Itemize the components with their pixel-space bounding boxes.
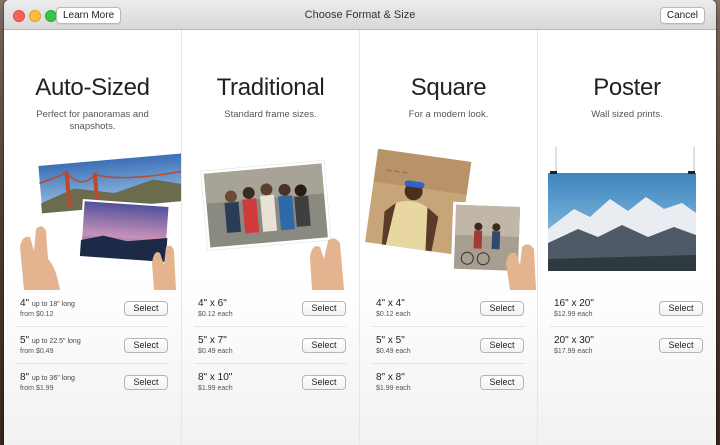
size-option-row: 8" x 10" $1.99 each Select bbox=[194, 364, 347, 401]
format-column-auto-sized: Auto-Sized Perfect for panoramas and sna… bbox=[4, 30, 182, 445]
price-label: $1.99 each bbox=[198, 385, 233, 392]
size-label: 5" up to 22.5" long bbox=[20, 335, 81, 346]
select-button[interactable]: Select bbox=[302, 338, 346, 353]
poster-illustration bbox=[538, 147, 716, 290]
select-button[interactable]: Select bbox=[124, 338, 168, 353]
select-button[interactable]: Select bbox=[480, 338, 524, 353]
size-options: 4" x 4" $0.12 each Select 5" x 5" $0.49 … bbox=[360, 290, 537, 401]
price-label: $0.12 each bbox=[376, 311, 411, 318]
format-size-window: Learn More Choose Format & Size Cancel A… bbox=[4, 0, 716, 445]
format-columns: Auto-Sized Perfect for panoramas and sna… bbox=[4, 30, 716, 445]
format-column-square: Square For a modern look. ~ ~ ~ 4" x 4" … bbox=[360, 30, 538, 445]
column-subtitle: Perfect for panoramas and snapshots. bbox=[36, 109, 149, 132]
cancel-button[interactable]: Cancel bbox=[659, 7, 705, 24]
size-option-row: 5" up to 22.5" long from $0.49 Select bbox=[16, 327, 169, 364]
price-label: $1.99 each bbox=[376, 385, 411, 392]
title-bar: Learn More Choose Format & Size Cancel bbox=[4, 0, 716, 30]
price-label: $0.49 each bbox=[198, 348, 233, 355]
price-label: from $0.12 bbox=[20, 311, 54, 318]
size-label: 4" up to 18" long bbox=[20, 298, 75, 309]
select-button[interactable]: Select bbox=[480, 301, 524, 316]
size-label: 8" up to 36" long bbox=[20, 372, 75, 383]
select-button[interactable]: Select bbox=[480, 375, 524, 390]
square-prints-image: ~ ~ ~ bbox=[361, 147, 536, 290]
size-options: 4" up to 18" long from $0.12 Select 5" u… bbox=[4, 290, 181, 401]
column-title: Square bbox=[410, 74, 487, 101]
size-label: 20" x 30" bbox=[554, 335, 594, 346]
size-note: up to 18" long bbox=[31, 301, 75, 308]
column-subtitle: Standard frame sizes. bbox=[224, 109, 317, 120]
format-column-traditional: Traditional Standard frame sizes. 4" x 6… bbox=[182, 30, 360, 445]
select-button[interactable]: Select bbox=[659, 338, 703, 353]
size-value: 8" bbox=[20, 372, 30, 383]
size-option-row: 5" x 5" $0.49 each Select bbox=[372, 327, 525, 364]
size-note: up to 36" long bbox=[31, 375, 75, 382]
size-label: 4" x 4" bbox=[376, 298, 405, 309]
size-option-row: 4" x 6" $0.12 each Select bbox=[194, 290, 347, 327]
column-title: Poster bbox=[593, 74, 661, 101]
size-label: 16" x 20" bbox=[554, 298, 594, 309]
price-label: $12.99 each bbox=[554, 311, 593, 318]
group-photo-print-image bbox=[200, 160, 344, 290]
size-option-row: 4" up to 18" long from $0.12 Select bbox=[16, 290, 169, 327]
column-subtitle: For a modern look. bbox=[408, 109, 489, 120]
select-button[interactable]: Select bbox=[302, 375, 346, 390]
size-options: 4" x 6" $0.12 each Select 5" x 7" $0.49 … bbox=[182, 290, 359, 401]
size-note: up to 22.5" long bbox=[31, 338, 81, 345]
column-subtitle: Wall sized prints. bbox=[591, 109, 663, 120]
traditional-illustration bbox=[182, 147, 359, 290]
size-options: 16" x 20" $12.99 each Select 20" x 30" $… bbox=[538, 290, 716, 364]
size-option-row: 20" x 30" $17.99 each Select bbox=[550, 327, 704, 364]
select-button[interactable]: Select bbox=[124, 301, 168, 316]
size-label: 5" x 5" bbox=[376, 335, 405, 346]
mountain-poster-image bbox=[548, 147, 696, 271]
auto-sized-illustration bbox=[4, 147, 181, 290]
select-button[interactable]: Select bbox=[124, 375, 168, 390]
price-label: from $1.99 bbox=[20, 385, 54, 392]
panorama-prints-image bbox=[20, 152, 181, 290]
size-label: 5" x 7" bbox=[198, 335, 227, 346]
size-option-row: 5" x 7" $0.49 each Select bbox=[194, 327, 347, 364]
price-label: $17.99 each bbox=[554, 348, 593, 355]
column-title: Auto-Sized bbox=[35, 74, 150, 101]
size-value: 5" bbox=[20, 335, 30, 346]
select-button[interactable]: Select bbox=[659, 301, 703, 316]
size-label: 4" x 6" bbox=[198, 298, 227, 309]
size-option-row: 8" x 8" $1.99 each Select bbox=[372, 364, 525, 401]
format-column-poster: Poster Wall sized prints. 16" x 20" $12.… bbox=[538, 30, 716, 445]
price-label: from $0.49 bbox=[20, 348, 54, 355]
select-button[interactable]: Select bbox=[302, 301, 346, 316]
column-title: Traditional bbox=[216, 74, 325, 101]
price-label: $0.49 each bbox=[376, 348, 411, 355]
size-option-row: 8" up to 36" long from $1.99 Select bbox=[16, 364, 169, 401]
price-label: $0.12 each bbox=[198, 311, 233, 318]
window-title: Choose Format & Size bbox=[304, 9, 416, 21]
size-option-row: 4" x 4" $0.12 each Select bbox=[372, 290, 525, 327]
size-value: 4" bbox=[20, 298, 30, 309]
size-option-row: 16" x 20" $12.99 each Select bbox=[550, 290, 704, 327]
size-label: 8" x 10" bbox=[198, 372, 233, 383]
square-illustration: ~ ~ ~ bbox=[360, 147, 537, 290]
size-label: 8" x 8" bbox=[376, 372, 405, 383]
